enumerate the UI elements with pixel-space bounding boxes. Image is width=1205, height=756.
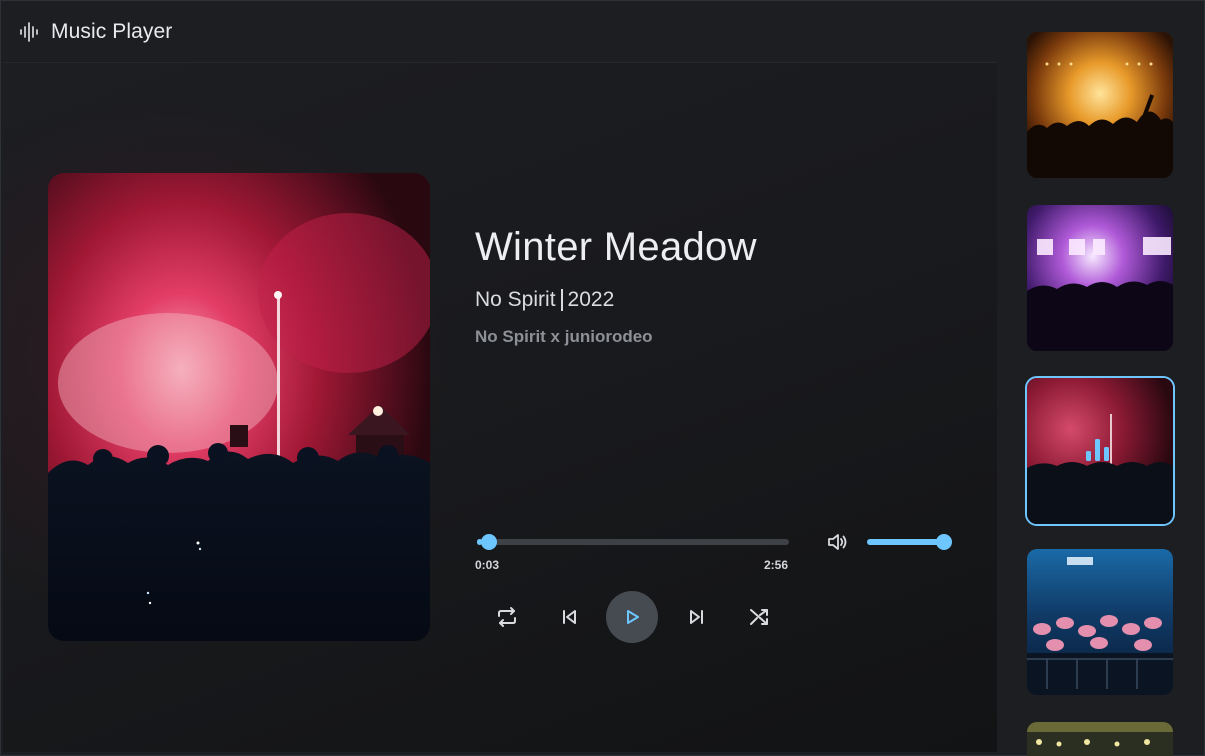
playlist — [1025, 32, 1175, 756]
volume-slider[interactable] — [867, 539, 945, 545]
orange-concert-thumbnail — [1027, 32, 1173, 178]
repeat-icon — [496, 606, 518, 628]
shuffle-button[interactable] — [743, 601, 775, 633]
play-button[interactable] — [606, 591, 658, 643]
playlist-item[interactable] — [1027, 549, 1173, 695]
app-title: Music Player — [51, 20, 173, 43]
track-credits: No Spirit x juniorodeo — [475, 327, 653, 346]
volume-icon[interactable] — [826, 531, 848, 553]
volume-handle[interactable] — [936, 534, 952, 550]
audio-waveform-icon — [19, 22, 39, 42]
album-art — [48, 173, 430, 641]
now-playing-panel: Winter Meadow No Spirit 2022 No Spirit x… — [3, 62, 997, 752]
next-button[interactable] — [680, 601, 712, 633]
playlist-item[interactable] — [1027, 32, 1173, 178]
purple-concert-thumbnail — [1027, 205, 1173, 351]
yellow-stage-thumbnail — [1027, 722, 1173, 756]
progress-bar[interactable] — [477, 539, 789, 545]
progress-handle[interactable] — [481, 534, 497, 550]
equalizer-bars-icon — [1085, 438, 1111, 462]
playlist-item[interactable] — [1027, 722, 1173, 756]
app-window: Music Player Winter Meadow No Spirit 202… — [0, 0, 1205, 756]
blue-concert-thumbnail — [1027, 549, 1173, 695]
time-total: 2:56 — [764, 558, 789, 572]
playlist-item[interactable] — [1027, 205, 1173, 351]
shuffle-icon — [748, 606, 770, 628]
previous-button[interactable] — [554, 601, 586, 633]
track-title: Winter Meadow — [475, 225, 757, 269]
skip-previous-icon — [561, 608, 579, 626]
track-artist: No Spirit — [475, 288, 556, 311]
meta-separator — [560, 289, 563, 311]
track-year: 2022 — [567, 288, 615, 311]
playlist-item-active[interactable] — [1025, 376, 1175, 526]
track-artist-year: No Spirit 2022 — [475, 288, 614, 312]
volume-fill — [867, 539, 945, 545]
repeat-button[interactable] — [491, 601, 523, 633]
play-icon — [623, 608, 641, 626]
app-header: Music Player — [19, 18, 172, 46]
skip-next-icon — [687, 608, 705, 626]
time-elapsed: 0:03 — [475, 558, 500, 572]
